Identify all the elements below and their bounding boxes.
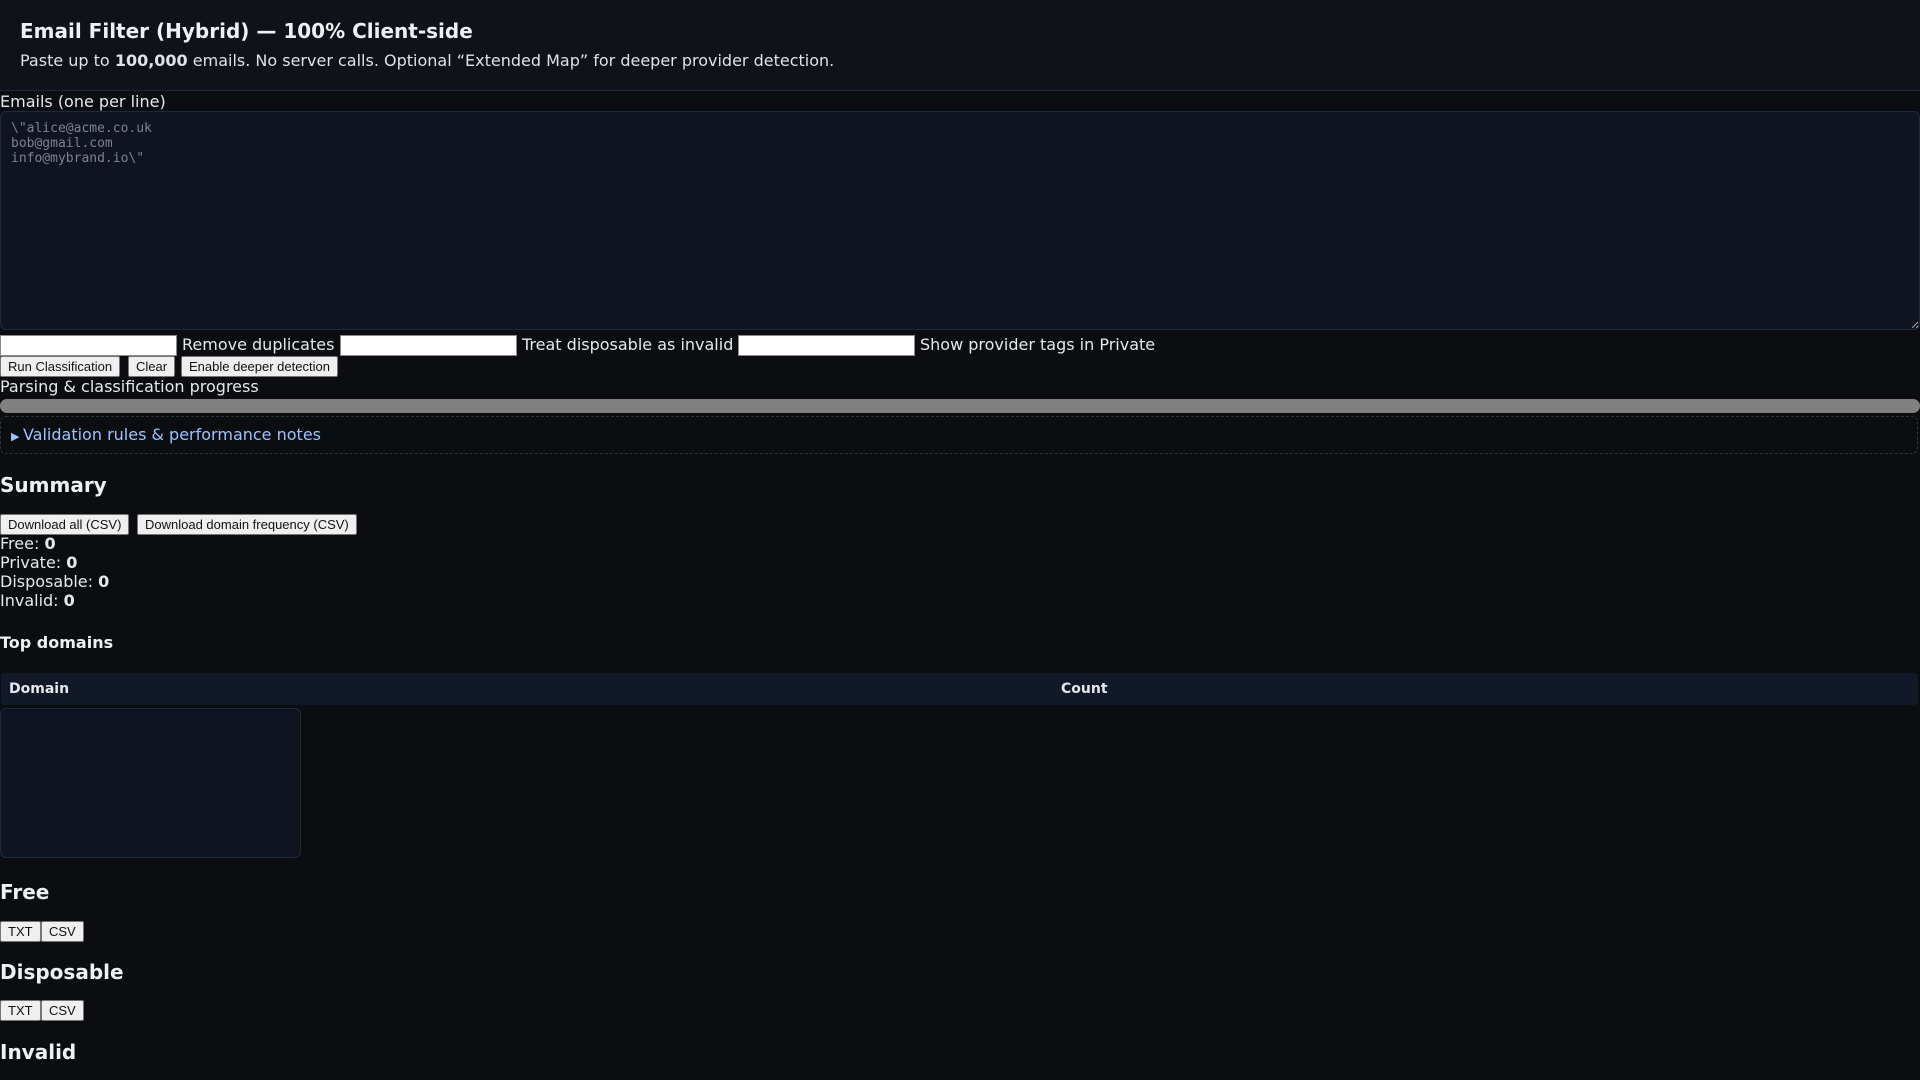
stat-invalid: Invalid: 0 [0,591,75,610]
show-provider-tags-checkbox[interactable] [738,335,915,356]
top-domains-list [0,708,301,858]
validation-rules-details[interactable]: ▶ Validation rules & performance notes [0,416,1918,454]
subtitle-limit: 100,000 [114,51,188,70]
clear-button[interactable]: Clear [128,356,176,377]
emails-input[interactable] [0,111,1920,330]
summary-heading: Summary [0,473,107,497]
top-domains-table-header: Domain Count [1,673,1918,705]
details-summary[interactable]: ▶ Validation rules & performance notes [11,425,321,444]
free-txt-button[interactable]: TXT [0,921,41,942]
page-header: Email Filter (Hybrid) — 100% Client-side… [0,0,1920,91]
disclosure-triangle-icon: ▶ [11,430,23,443]
subtitle-text: Paste up to [20,51,115,70]
free-heading: Free [0,880,50,904]
page-title: Email Filter (Hybrid) — 100% Client-side [20,19,473,43]
invalid-heading: Invalid [0,1040,77,1064]
stat-disposable: Disposable: 0 [0,572,110,591]
remove-duplicates-label: Remove duplicates [182,335,335,354]
column-domain: Domain [9,681,70,697]
enable-deeper-detection-button[interactable]: Enable deeper detection [181,356,338,377]
disposable-txt-button[interactable]: TXT [0,1000,41,1021]
column-count: Count [1061,681,1108,697]
run-classification-button[interactable]: Run Classification [0,356,121,377]
disposable-csv-button[interactable]: CSV [41,1000,84,1021]
subtitle-text-end: emails. No server calls. Optional “Exten… [187,51,835,70]
remove-duplicates-checkbox[interactable] [0,335,177,356]
page-subtitle: Paste up to 100,000 emails. No server ca… [20,51,834,70]
top-domains-heading: Top domains [0,633,114,652]
stat-private: Private: 0 [0,553,78,572]
show-provider-tags-label: Show provider tags in Private [920,335,1156,354]
progress-label: Parsing & classification progress [0,377,259,396]
download-all-csv-button[interactable]: Download all (CSV) [0,514,130,535]
emails-label: Emails (one per line) [0,92,166,111]
stat-free: Free: 0 [0,534,56,553]
download-domain-frequency-button[interactable]: Download domain frequency (CSV) [137,514,357,535]
details-summary-label: Validation rules & performance notes [22,425,321,444]
disposable-heading: Disposable [0,960,124,984]
treat-disposable-invalid-checkbox[interactable] [340,335,517,356]
treat-disposable-invalid-label: Treat disposable as invalid [522,335,734,354]
progress-bar [0,399,1920,413]
free-csv-button[interactable]: CSV [41,921,84,942]
